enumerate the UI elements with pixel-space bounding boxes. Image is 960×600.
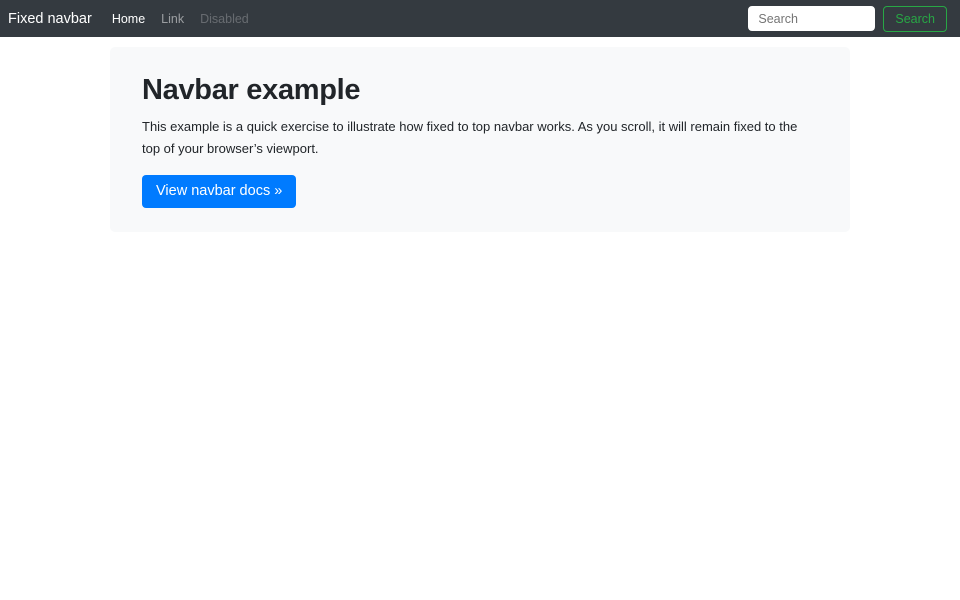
top-navbar: Fixed navbar Home Link Disabled Search [0,0,960,37]
navbar-nav: Home Link Disabled [104,12,257,26]
page-description: This example is a quick exercise to illu… [142,116,818,160]
navbar-search-form: Search [748,6,947,32]
nav-item-link[interactable]: Link [153,12,192,26]
navbar-brand[interactable]: Fixed navbar [8,11,92,27]
view-navbar-docs-button[interactable]: View navbar docs » [142,175,296,208]
jumbotron: Navbar example This example is a quick e… [110,47,850,232]
search-input[interactable] [748,6,875,31]
nav-item: Disabled [192,12,257,26]
nav-item-disabled: Disabled [192,12,257,26]
search-submit-button[interactable]: Search [883,6,947,32]
page-title: Navbar example [142,74,818,107]
nav-item: Home [104,12,153,26]
nav-item-home[interactable]: Home [104,12,153,26]
nav-item: Link [153,12,192,26]
